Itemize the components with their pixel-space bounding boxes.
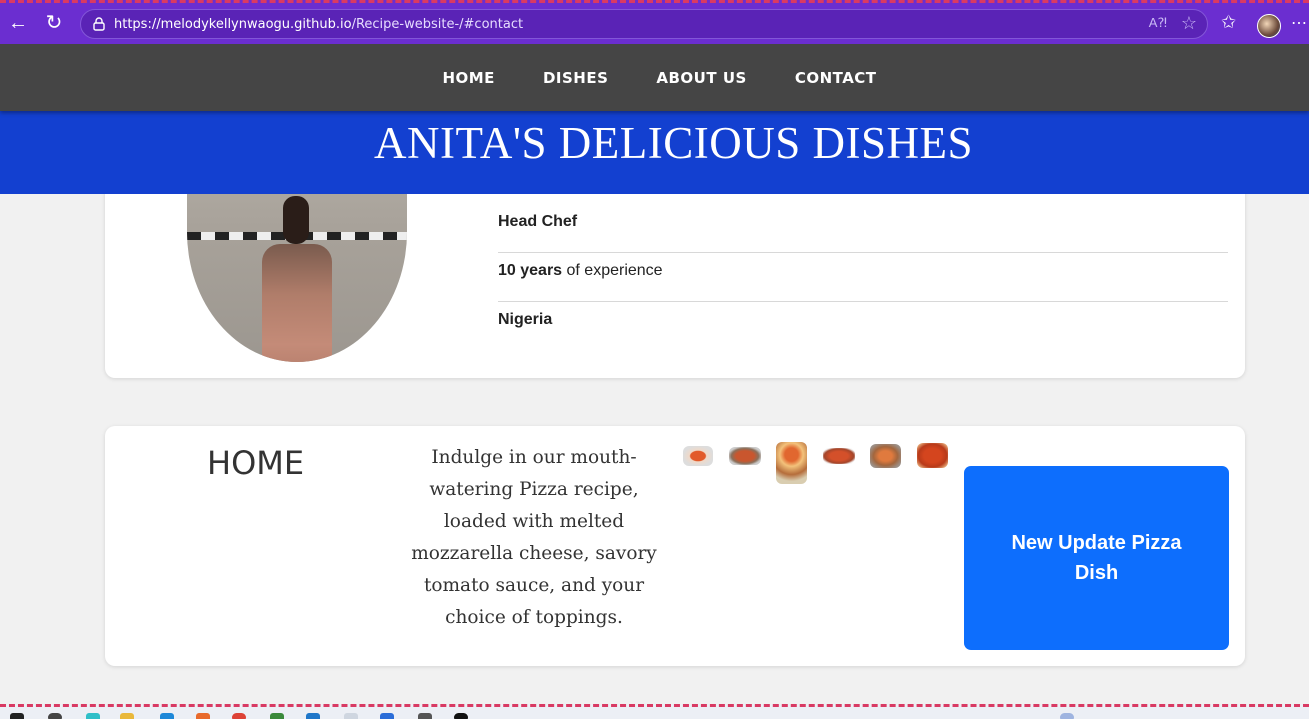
pizza-thumb-6[interactable] [917, 443, 948, 468]
start-icon[interactable] [10, 713, 24, 719]
site-title: ANITA'S DELICIOUS DISHES [374, 118, 973, 168]
edge-icon[interactable] [160, 713, 174, 719]
chrome-icon[interactable] [232, 713, 246, 719]
app-icon[interactable] [196, 713, 210, 719]
pizza-thumb-3[interactable] [776, 442, 807, 484]
fact-location: Nigeria [498, 311, 553, 328]
nav-home[interactable]: HOME [442, 69, 494, 87]
home-heading: HOME [207, 444, 305, 482]
app-icon[interactable] [418, 713, 432, 719]
experience-text: of experience [562, 262, 663, 279]
app-icon[interactable] [454, 713, 468, 719]
read-aloud-icon[interactable]: A⁈ [1149, 15, 1167, 31]
fact-role: Head Chef [498, 204, 1228, 253]
os-taskbar [0, 704, 1309, 719]
app-icon[interactable] [86, 713, 100, 719]
refresh-icon[interactable]: ↻ [40, 9, 68, 37]
address-bar[interactable]: https://melodykellynwaogu.github.io/Reci… [80, 9, 1208, 39]
lock-icon [93, 17, 105, 31]
home-section-card: HOME Indulge in our mouth-watering Pizza… [105, 426, 1245, 666]
app-icon[interactable] [306, 713, 320, 719]
favorite-star-icon[interactable]: ☆ [1181, 13, 1197, 34]
fact-experience: 10 years of experience [498, 253, 1228, 302]
chef-facts: Head Chef 10 years of experience Nigeria [498, 204, 1228, 351]
pizza-thumb-5[interactable] [870, 444, 901, 468]
site-nav: HOME DISHES ABOUT US CONTACT [0, 44, 1309, 111]
portrait-figure [262, 244, 332, 362]
site-banner: ANITA'S DELICIOUS DISHES [0, 111, 1309, 194]
url-path: /Recipe-website-/#contact [351, 17, 524, 32]
search-icon[interactable] [48, 713, 62, 719]
app-icon[interactable] [270, 713, 284, 719]
back-icon[interactable]: ← [4, 9, 32, 37]
url-host: https://melodykellynwaogu.github.io [114, 17, 352, 32]
favorites-icon[interactable]: ✩ [1221, 12, 1236, 33]
app-icon[interactable] [380, 713, 394, 719]
portrait-head [283, 196, 309, 244]
pizza-thumb-4[interactable] [823, 448, 855, 464]
nav-contact[interactable]: CONTACT [795, 69, 877, 87]
notification-icon[interactable] [1060, 713, 1074, 719]
page-viewport: HOME DISHES ABOUT US CONTACT ANITA'S DEL… [0, 44, 1309, 704]
new-update-pizza-button[interactable]: New Update Pizza Dish [964, 466, 1229, 650]
home-description: Indulge in our mouth-watering Pizza reci… [411, 447, 657, 628]
pizza-thumb-1[interactable] [683, 446, 713, 466]
folder-icon[interactable] [120, 713, 134, 719]
url-text: https://melodykellynwaogu.github.io/Reci… [114, 17, 523, 32]
profile-avatar[interactable] [1257, 14, 1281, 38]
nav-about-us[interactable]: ABOUT US [656, 69, 746, 87]
experience-years: 10 years [498, 262, 563, 279]
more-menu-icon[interactable]: ⋯ [1291, 13, 1307, 33]
nav-dishes[interactable]: DISHES [543, 69, 608, 87]
pizza-thumbnails [683, 442, 953, 492]
file-icon[interactable] [344, 713, 358, 719]
pizza-thumb-2[interactable] [729, 447, 761, 465]
browser-toolbar: ← ↻ https://melodykellynwaogu.github.io/… [0, 0, 1309, 44]
